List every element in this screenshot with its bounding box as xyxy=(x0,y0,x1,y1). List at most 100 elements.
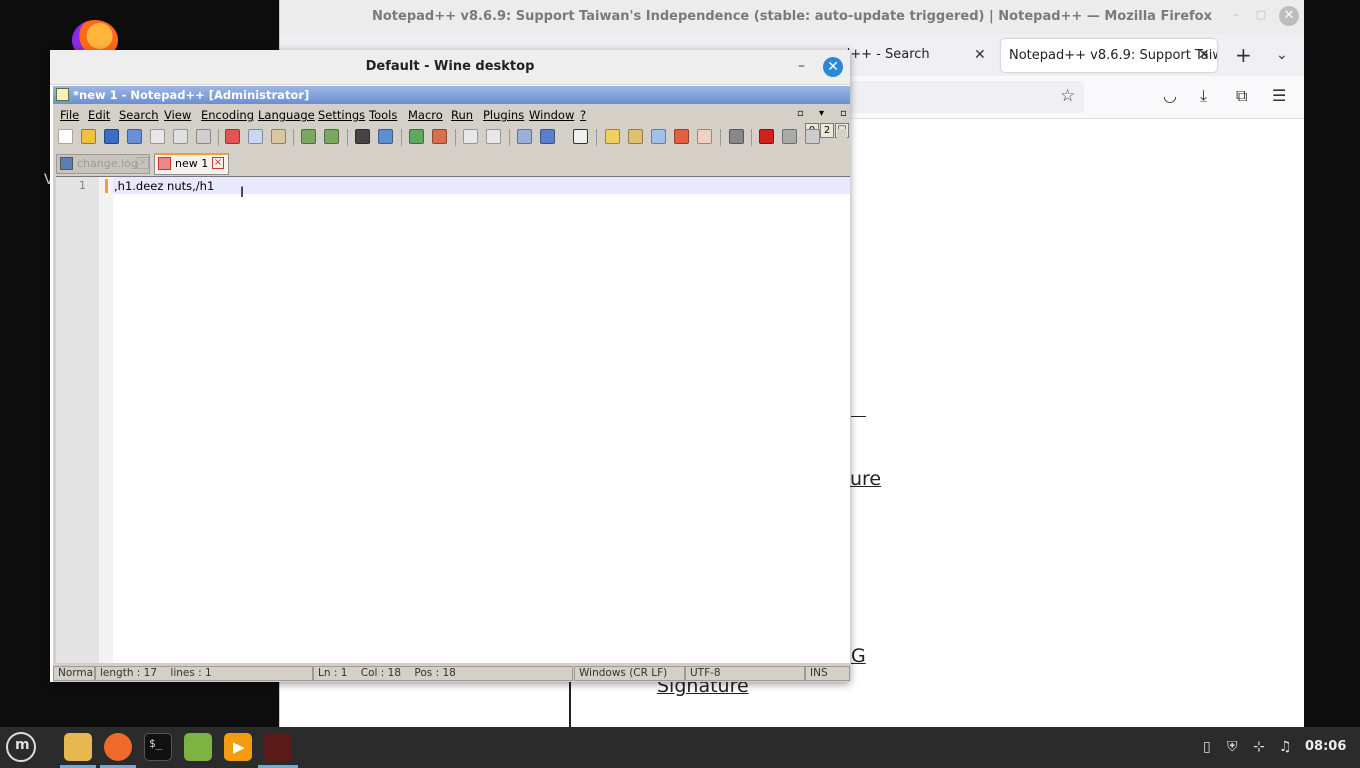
open-file-icon[interactable] xyxy=(81,129,96,144)
wine-icon[interactable] xyxy=(264,733,292,761)
notepadpp-title-bar[interactable]: *new 1 - Notepad++ [Administrator] xyxy=(53,86,850,104)
menu-window[interactable]: Window xyxy=(529,108,574,122)
shield-icon[interactable]: ⛨ xyxy=(1227,739,1238,755)
page-divider xyxy=(569,682,571,727)
software-manager-icon[interactable] xyxy=(184,733,212,761)
line-number: 1 xyxy=(79,179,86,192)
plugin-icon[interactable] xyxy=(729,129,744,144)
monitoring-icon[interactable] xyxy=(697,129,712,144)
star-icon[interactable]: ☆ xyxy=(1060,86,1075,106)
document-tab-bar: change.log × new 1 × xyxy=(53,153,850,175)
pocket-icon[interactable]: ◡ xyxy=(1163,86,1177,106)
files-icon[interactable] xyxy=(64,733,92,761)
minimize-icon[interactable]: – xyxy=(1230,9,1242,21)
paste-icon[interactable] xyxy=(271,129,286,144)
chevron-down-icon[interactable] xyxy=(837,129,847,144)
page-divider xyxy=(851,416,866,417)
menu-file[interactable]: File xyxy=(60,108,79,122)
menu-help[interactable]: ? xyxy=(580,108,586,122)
music-note-icon[interactable]: ♫ xyxy=(1279,739,1292,755)
print-icon[interactable] xyxy=(196,129,211,144)
toolbar xyxy=(53,125,850,151)
menu-settings[interactable]: Settings xyxy=(318,108,365,122)
menu-icon[interactable]: ☰ xyxy=(1272,86,1286,106)
editor-text-line[interactable]: ,h1.deez nuts,/h1 xyxy=(114,179,214,193)
replace-icon[interactable] xyxy=(378,129,393,144)
word-wrap-icon[interactable] xyxy=(517,129,532,144)
save-all-icon[interactable] xyxy=(127,129,142,144)
unsaved-file-icon xyxy=(158,157,171,170)
cut-icon[interactable] xyxy=(225,129,240,144)
menu-encoding[interactable]: Encoding xyxy=(201,108,254,122)
status-length-lines: length : 17 lines : 1 xyxy=(95,666,313,681)
restore-icon[interactable]: ▫ xyxy=(797,108,804,119)
save-icon[interactable] xyxy=(104,129,119,144)
page-link[interactable]: ure xyxy=(850,468,881,490)
record-macro-icon[interactable] xyxy=(759,129,774,144)
wine-close-button[interactable]: ✕ xyxy=(823,57,843,77)
document-map-icon[interactable] xyxy=(628,129,643,144)
maximize-icon[interactable]: ▢ xyxy=(1255,9,1267,21)
tab-close-icon[interactable]: ✕ xyxy=(974,40,986,70)
redo-icon[interactable] xyxy=(324,129,339,144)
close-doc-icon[interactable]: ▫ xyxy=(840,108,847,119)
function-list-icon[interactable] xyxy=(674,129,689,144)
stop-macro-icon[interactable] xyxy=(782,129,797,144)
menu-tools[interactable]: Tools xyxy=(369,108,397,122)
zoom-out-icon[interactable] xyxy=(432,129,447,144)
close-file-icon[interactable] xyxy=(150,129,165,144)
doc-tab-new1[interactable]: new 1 × xyxy=(154,153,229,175)
new-file-icon[interactable] xyxy=(58,129,73,144)
wine-title-bar[interactable]: Default - Wine desktop xyxy=(50,50,850,85)
media-player-icon[interactable]: ▶ xyxy=(224,733,252,761)
close-icon[interactable]: × xyxy=(137,157,149,169)
toolbar-separator xyxy=(751,129,752,146)
sync-horizontal-icon[interactable] xyxy=(486,129,501,144)
clock[interactable]: 08:06 xyxy=(1305,739,1346,755)
copy-icon[interactable] xyxy=(248,129,263,144)
find-icon[interactable] xyxy=(355,129,370,144)
clipboard-icon[interactable]: ▯ xyxy=(1203,739,1211,755)
notepadpp-title-text: *new 1 - Notepad++ [Administrator] xyxy=(73,88,310,102)
play-macro-icon[interactable] xyxy=(805,129,820,144)
zoom-in-icon[interactable] xyxy=(409,129,424,144)
menu-search[interactable]: Search xyxy=(119,108,159,122)
new-tab-button[interactable]: + xyxy=(1235,40,1252,70)
menu-language[interactable]: Language xyxy=(258,108,315,122)
wine-minimize-button[interactable]: – xyxy=(798,56,805,76)
show-all-chars-icon[interactable] xyxy=(540,129,555,144)
editor-area[interactable]: 1 ,h1.deez nuts,/h1 I xyxy=(56,176,850,663)
folder-as-workspace-icon[interactable] xyxy=(605,129,620,144)
page-link[interactable]: G xyxy=(851,645,866,667)
firefox-close-button[interactable]: ✕ xyxy=(1279,6,1299,26)
menu-view[interactable]: View xyxy=(164,108,191,122)
status-pos: Pos : 18 xyxy=(414,667,456,679)
sync-vertical-icon[interactable] xyxy=(463,129,478,144)
menu-macro[interactable]: Macro xyxy=(408,108,443,122)
close-icon[interactable]: × xyxy=(212,157,224,169)
menu-run[interactable]: Run xyxy=(451,108,473,122)
firefox-icon[interactable] xyxy=(104,733,132,761)
firefox-title-bar[interactable]: Notepad++ v8.6.9: Support Taiwan's Indep… xyxy=(280,0,1304,34)
terminal-icon[interactable]: $_ xyxy=(144,733,172,761)
tab-search[interactable]: d++ - Search xyxy=(842,40,992,70)
menu-plugins[interactable]: Plugins xyxy=(483,108,524,122)
document-list-icon[interactable] xyxy=(651,129,666,144)
chevron-down-icon[interactable]: ▾ xyxy=(819,108,824,119)
extensions-icon[interactable]: ⧉ xyxy=(1236,86,1247,106)
file-icon xyxy=(60,157,73,170)
indent-guide-icon[interactable] xyxy=(573,129,588,144)
mint-menu-icon[interactable]: m xyxy=(6,732,36,762)
tab-notepad-release[interactable]: Notepad++ v8.6.9: Support Taiw xyxy=(1001,39,1217,72)
close-all-icon[interactable] xyxy=(173,129,188,144)
menu-edit[interactable]: Edit xyxy=(88,108,110,122)
change-marker xyxy=(105,179,108,193)
undo-icon[interactable] xyxy=(301,129,316,144)
url-bar[interactable] xyxy=(840,81,1084,113)
tab-close-icon[interactable]: ✕ xyxy=(1198,39,1210,72)
download-icon[interactable]: ⤓ xyxy=(1200,86,1207,106)
chevron-down-icon[interactable]: ⌄ xyxy=(1276,40,1288,70)
network-icon[interactable]: ⊹ xyxy=(1253,739,1265,755)
toolbar-separator xyxy=(218,129,219,146)
doc-tab-changelog[interactable]: change.log × xyxy=(56,154,150,174)
